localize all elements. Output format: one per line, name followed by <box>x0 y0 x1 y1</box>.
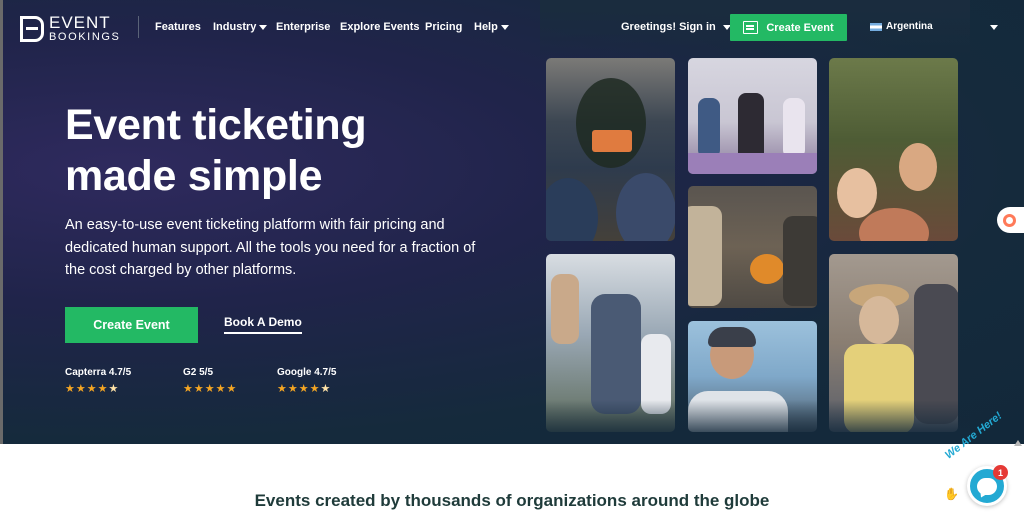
star-rating-icon: ★★★★★ <box>183 382 238 395</box>
nav-create-event-label: Create Event <box>766 21 834 34</box>
rating-google: Google 4.7/5 ★★★★★ <box>277 367 336 395</box>
bottom-fade <box>540 400 970 444</box>
book-demo-link[interactable]: Book A Demo <box>224 315 302 334</box>
nav-pricing-label: Pricing <box>425 21 463 33</box>
photo-festival-crowd <box>829 58 958 241</box>
nav-explore-events[interactable]: Explore Events <box>340 21 419 33</box>
chevron-down-icon <box>500 24 509 30</box>
argentina-flag-icon <box>870 22 882 31</box>
nav-enterprise[interactable]: Enterprise <box>276 21 330 33</box>
section-title: Events created by thousands of organizat… <box>254 491 770 510</box>
chevron-down-icon[interactable] <box>990 25 998 30</box>
rating-google-label: Google 4.7/5 <box>277 367 337 378</box>
hero-section: EVENT BOOKINGS Features Industry Enterpr… <box>0 0 1024 444</box>
nav-industry[interactable]: Industry <box>213 21 268 33</box>
nav-features-label: Features <box>155 21 201 33</box>
country-selector[interactable]: Argentina <box>870 21 933 32</box>
rating-capterra: Capterra 4.7/5 ★★★★★ <box>65 367 131 395</box>
wave-hand-icon: ✋ <box>944 487 959 501</box>
chevron-down-icon <box>259 24 268 30</box>
nav-enterprise-label: Enterprise <box>276 21 331 33</box>
nav-create-event-button[interactable]: Create Event <box>730 14 847 41</box>
star-rating-icon: ★★★★★ <box>65 382 120 395</box>
left-edge <box>0 0 3 444</box>
chat-notification-badge: 1 <box>993 465 1008 480</box>
signin-menu[interactable]: Greetings! Sign in <box>621 21 731 33</box>
logo-icon <box>20 15 44 42</box>
photo-outdoor-concert <box>546 58 675 241</box>
top-nav: EVENT BOOKINGS Features Industry Enterpr… <box>0 0 1024 56</box>
photo-yoga-class <box>688 58 817 174</box>
country-label: Argentina <box>886 21 933 32</box>
rating-g2: G2 5/5 ★★★★★ <box>183 367 237 395</box>
signin-label: Greetings! Sign in <box>621 21 716 33</box>
nav-industry-label: Industry <box>213 21 257 33</box>
scroll-up-icon[interactable] <box>1014 440 1022 446</box>
hero-title-line-1: Event ticketing <box>65 101 367 149</box>
nav-help[interactable]: Help <box>474 21 509 33</box>
hero-title-line-2: made simple <box>65 152 323 200</box>
create-event-button[interactable]: Create Event <box>65 307 198 343</box>
nav-help-label: Help <box>474 21 498 33</box>
chat-bubble-icon <box>977 477 997 495</box>
logo-wordmark: EVENT BOOKINGS <box>49 14 120 43</box>
rating-capterra-label: Capterra 4.7/5 <box>65 367 132 378</box>
hubspot-icon <box>1003 213 1016 227</box>
nav-features[interactable]: Features <box>155 21 201 33</box>
brand-logo[interactable]: EVENT BOOKINGS <box>20 14 120 43</box>
nav-pricing[interactable]: Pricing <box>425 21 462 33</box>
star-rating-icon: ★★★★★ <box>277 382 332 395</box>
rating-g2-label: G2 5/5 <box>183 367 214 378</box>
nav-explore-events-label: Explore Events <box>340 21 420 33</box>
logo-line-1: EVENT <box>49 13 111 32</box>
logo-line-2: BOOKINGS <box>49 31 121 43</box>
hubspot-widget[interactable] <box>997 207 1024 233</box>
hero-subtitle: An easy-to-use event ticketing platform … <box>65 217 476 278</box>
photo-pumpkin-market <box>688 186 817 308</box>
nav-divider <box>138 16 139 38</box>
hero-title: Event ticketing made simple <box>65 100 485 202</box>
calendar-icon <box>743 21 759 34</box>
